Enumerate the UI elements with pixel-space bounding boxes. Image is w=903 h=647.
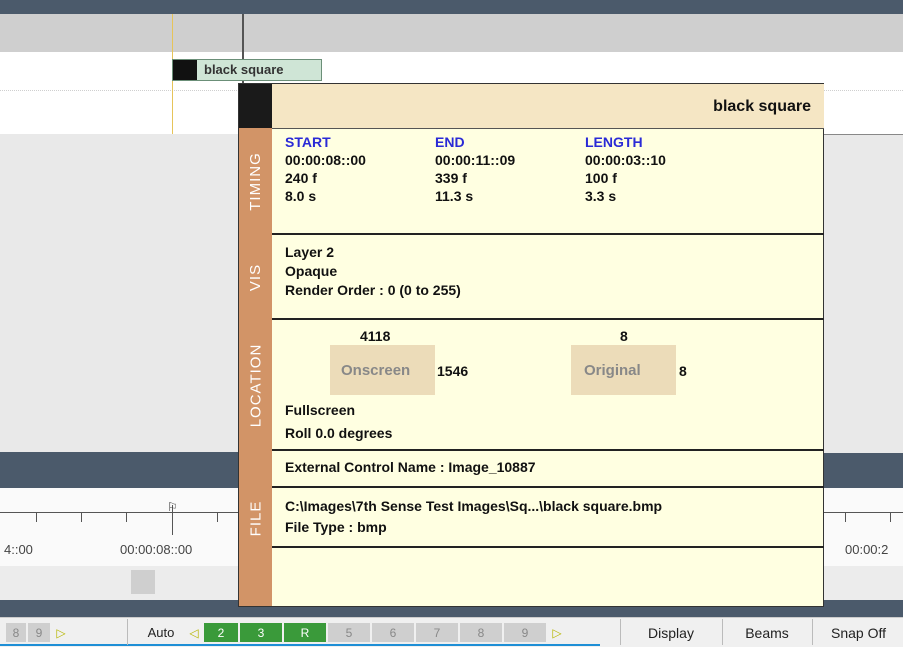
original-width: 8 bbox=[620, 328, 628, 344]
length-frames: 100 f bbox=[585, 170, 617, 186]
beams-button[interactable]: Beams bbox=[724, 619, 810, 646]
ruler-tick bbox=[845, 512, 846, 522]
original-label: Original bbox=[584, 362, 641, 379]
clip-label: black square bbox=[204, 62, 284, 77]
layer-button-r[interactable]: R bbox=[284, 623, 326, 642]
popup-thumbnail bbox=[239, 84, 272, 128]
layer-button-5[interactable]: 5 bbox=[328, 623, 370, 642]
layer-button-9[interactable]: 9 bbox=[504, 623, 546, 642]
start-seconds: 8.0 s bbox=[285, 188, 317, 204]
ruler-line bbox=[824, 512, 903, 513]
vis-section-label: VIS bbox=[247, 263, 264, 291]
layer-button-6[interactable]: 6 bbox=[372, 623, 414, 642]
onscreen-label: Onscreen bbox=[341, 362, 411, 379]
end-header: END bbox=[435, 134, 465, 150]
length-seconds: 3.3 s bbox=[585, 188, 617, 204]
clip-black-square[interactable]: black square bbox=[172, 59, 322, 81]
play-left-icon[interactable]: ◁ bbox=[186, 623, 202, 642]
file-path: C:\Images\7th Sense Test Images\Sq...\bl… bbox=[285, 498, 663, 514]
clip-info-popup: black square TIMING START END LENGTH 00:… bbox=[238, 83, 824, 607]
original-height: 8 bbox=[679, 363, 687, 379]
start-frames: 240 f bbox=[285, 170, 317, 186]
popup-title: black square bbox=[713, 98, 811, 115]
vis-opacity: Opaque bbox=[285, 263, 338, 279]
file-type: File Type : bmp bbox=[285, 519, 387, 535]
scroll-thumb[interactable] bbox=[131, 570, 155, 594]
toolbar-divider bbox=[127, 619, 128, 645]
ruler-label-right: 00:00:2 bbox=[845, 542, 889, 557]
ruler-tick bbox=[126, 512, 127, 522]
timing-section-label: TIMING bbox=[247, 151, 264, 211]
toolbar-divider bbox=[722, 619, 723, 645]
location-section-label: LOCATION bbox=[247, 343, 265, 427]
clip-thumbnail bbox=[173, 60, 197, 80]
ruler-tick bbox=[36, 512, 37, 522]
layer-header-strip bbox=[0, 14, 903, 52]
play-right-icon[interactable]: ▷ bbox=[52, 623, 70, 642]
length-timecode: 00:00:03::10 bbox=[585, 152, 666, 168]
onscreen-height: 1546 bbox=[437, 363, 469, 379]
section-divider bbox=[272, 233, 824, 235]
ruler-line bbox=[0, 512, 240, 513]
auto-button[interactable]: Auto bbox=[138, 619, 184, 646]
external-control-name: External Control Name : Image_10887 bbox=[285, 459, 536, 475]
end-seconds: 11.3 s bbox=[435, 188, 474, 204]
length-header: LENGTH bbox=[585, 134, 643, 150]
section-divider bbox=[272, 546, 824, 548]
section-divider bbox=[272, 486, 824, 488]
layer-button-2[interactable]: 2 bbox=[204, 623, 238, 642]
play-right-icon[interactable]: ▷ bbox=[548, 623, 566, 642]
start-header: START bbox=[285, 134, 331, 150]
preset-button-8[interactable]: 8 bbox=[6, 623, 26, 642]
location-roll: Roll 0.0 degrees bbox=[285, 425, 393, 441]
layer-button-7[interactable]: 7 bbox=[416, 623, 458, 642]
start-timecode: 00:00:08::00 bbox=[285, 152, 366, 168]
ruler-label-left: 4::00 bbox=[4, 542, 33, 557]
toolbar-divider bbox=[620, 619, 621, 645]
ruler-tick bbox=[890, 512, 891, 522]
ruler-tick bbox=[81, 512, 82, 522]
layer-button-8[interactable]: 8 bbox=[460, 623, 502, 642]
vis-render-order: Render Order : 0 (0 to 255) bbox=[285, 282, 461, 298]
vis-layer: Layer 2 bbox=[285, 244, 335, 260]
section-divider bbox=[272, 449, 824, 451]
track-right-panel bbox=[824, 134, 903, 453]
onscreen-width: 4118 bbox=[360, 328, 391, 344]
snap-button[interactable]: Snap Off bbox=[814, 619, 903, 646]
toolbar-divider bbox=[812, 619, 813, 645]
ruler-tick bbox=[217, 512, 218, 522]
display-button[interactable]: Display bbox=[622, 619, 720, 646]
layer-button-3[interactable]: 3 bbox=[240, 623, 282, 642]
file-section-label: FILE bbox=[247, 500, 264, 536]
ruler-label-center: 00:00:08::00 bbox=[120, 542, 193, 557]
flag-marker-icon[interactable]: ⚐ bbox=[167, 500, 178, 514]
end-frames: 339 f bbox=[435, 170, 467, 186]
top-dark-bar bbox=[0, 0, 903, 14]
location-mode: Fullscreen bbox=[285, 402, 356, 418]
section-divider bbox=[272, 318, 824, 320]
preset-button-9[interactable]: 9 bbox=[28, 623, 50, 642]
end-timecode: 00:00:11::09 bbox=[435, 152, 516, 168]
